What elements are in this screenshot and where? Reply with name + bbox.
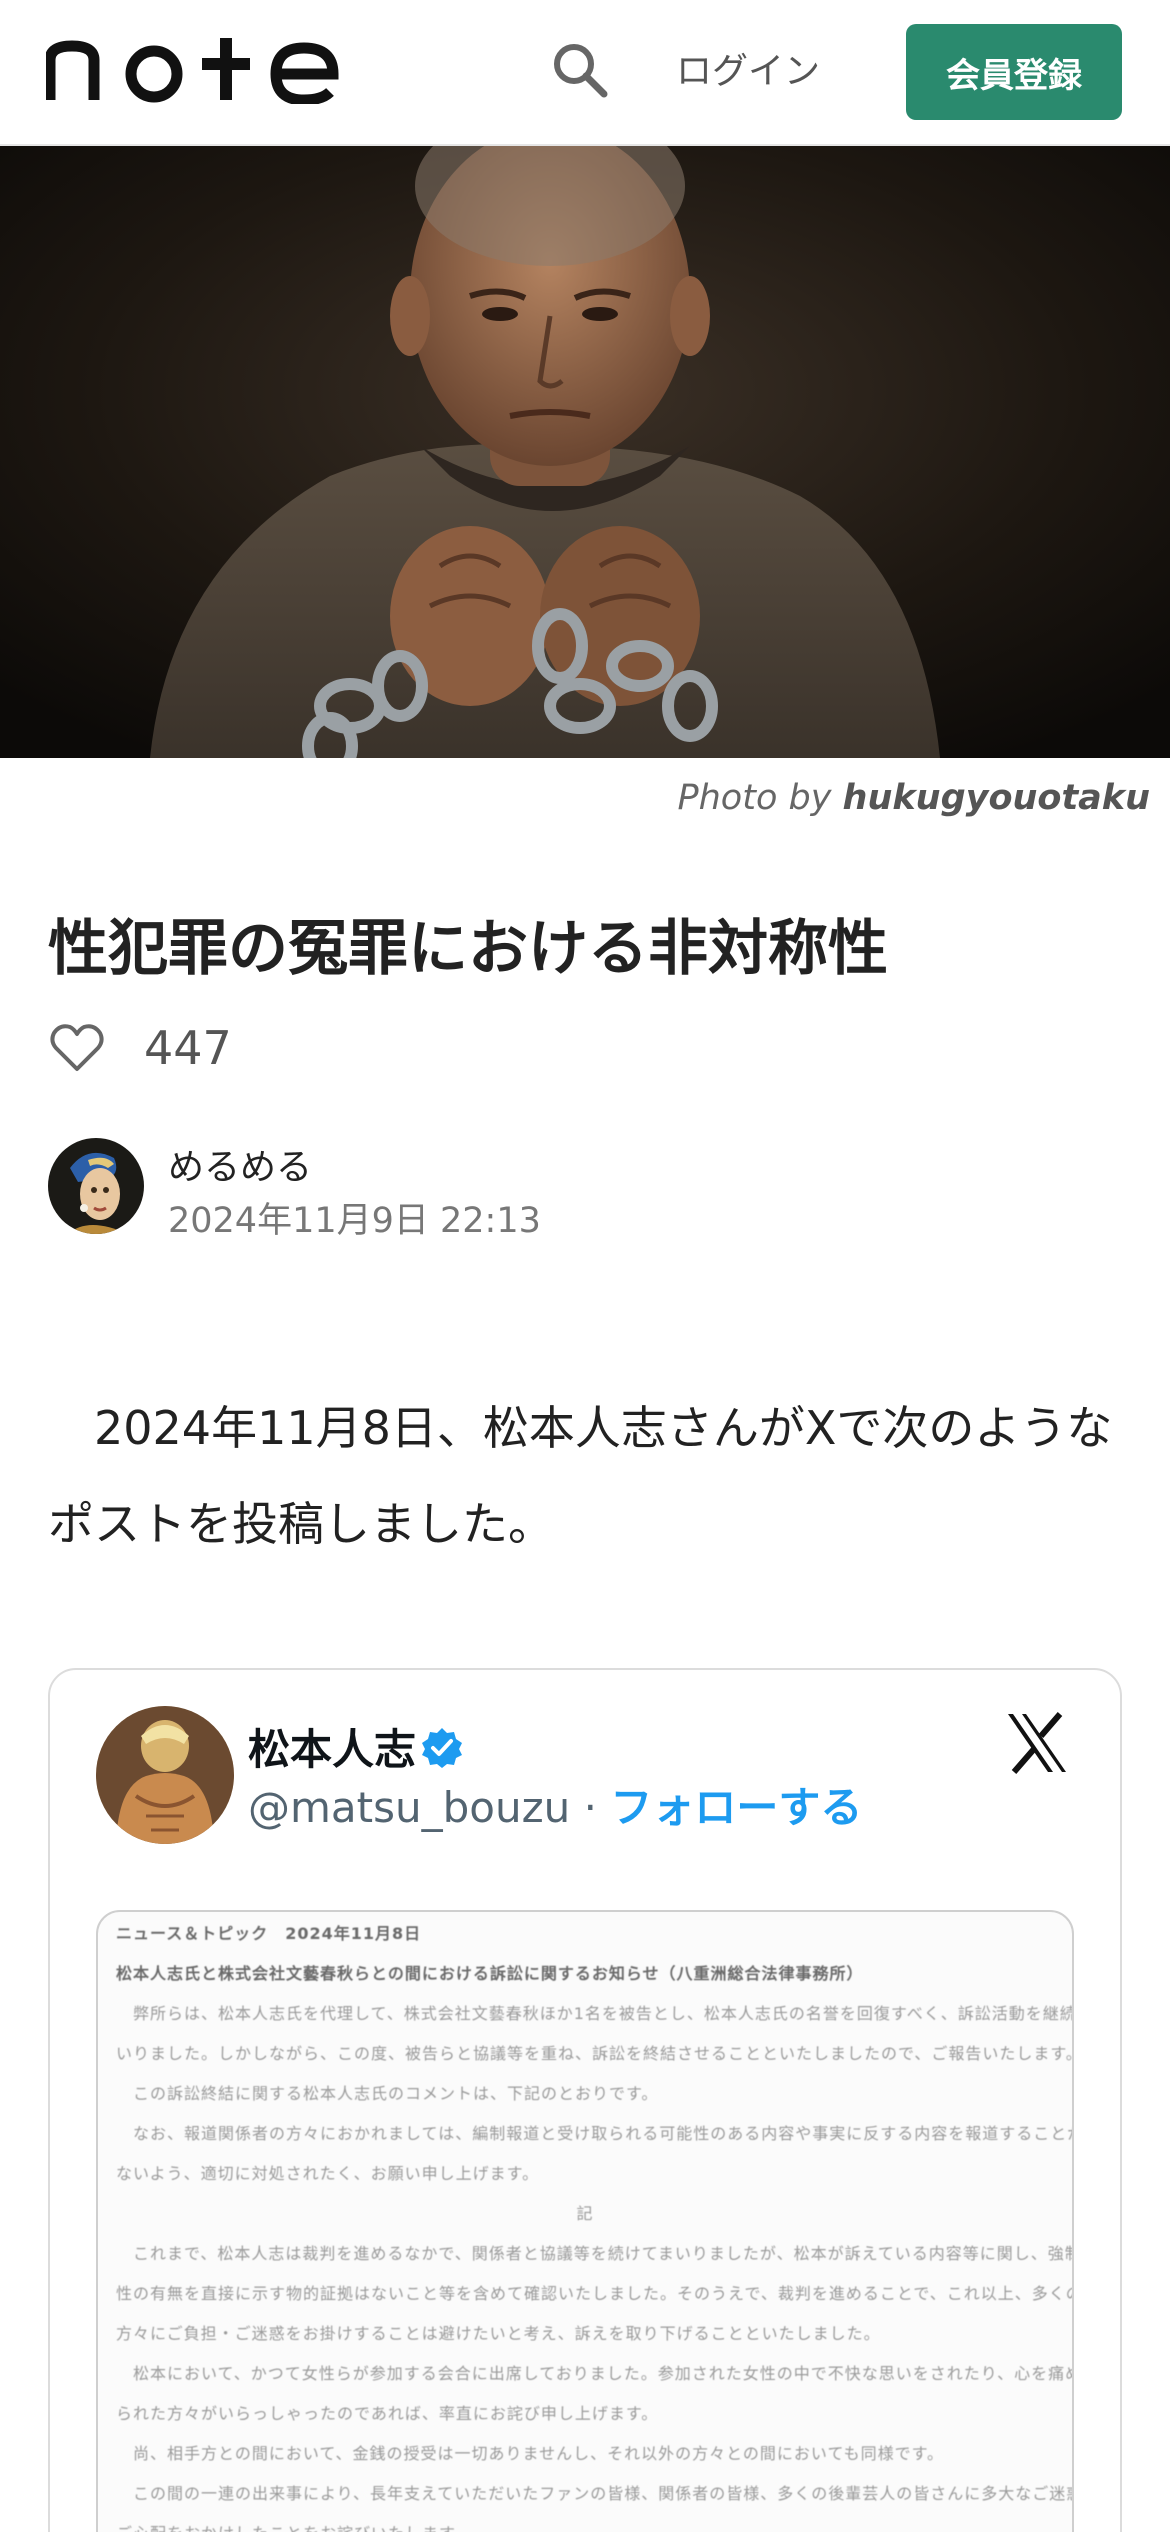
document-line-text: 弊所らは、松本人志氏を代理して、株式会社文藝春秋ほか1名を被告とし、松本人志氏の… (116, 2004, 1074, 2023)
photo-credit-author[interactable]: hukugyouotaku (843, 778, 1150, 818)
post-author-name: 松本人志 (248, 1716, 464, 1777)
document-line-text: 方々にご負担・ご迷惑をお掛けすることは避けたいと考え、訴えを取り下げることといた… (116, 2324, 881, 2343)
x-logo-icon[interactable] (1004, 1710, 1070, 1776)
document-line: なお、報道関係者の方々におかれましては、編制報道と受け取られる可能性のある内容や… (116, 2112, 1072, 2152)
photo-credit: Photo by hukugyouotaku (678, 778, 1150, 818)
verified-badge-icon (422, 1728, 463, 1768)
document-line-text: ニュース＆トピック 2024年11月8日 (116, 1924, 422, 1943)
document-line: 方々にご負担・ご迷惑をお掛けすることは避けたいと考え、訴えを取り下げることといた… (116, 2312, 1054, 2352)
handle-separator: · (570, 1783, 611, 1832)
document-line: ニュース＆トピック 2024年11月8日 (116, 1912, 1054, 1952)
post-avatar[interactable] (96, 1706, 234, 1844)
avatar[interactable] (48, 1138, 144, 1234)
document-line: この訴訟終結に関する松本人志氏のコメントは、下記のとおりです。 (116, 2072, 1054, 2112)
document-line-text: なお、報道関係者の方々におかれましては、編制報道と受け取られる可能性のある内容や… (116, 2124, 1074, 2143)
hero-image (0, 146, 1170, 758)
post-author-handle-row: @matsu_bouzu · フォローする (248, 1774, 862, 1835)
like-area: 447 (48, 1016, 232, 1080)
signup-button[interactable]: 会員登録 (906, 24, 1122, 120)
document-line-text: 松本において、かつて女性らが参加する会合に出席しておりました。参加された女性の中… (116, 2364, 1074, 2383)
photo-credit-prefix: Photo by (677, 778, 843, 818)
document-line: この間の一連の出来事により、長年支えていただいたファンの皆様、関係者の皆様、多く… (116, 2472, 1072, 2512)
document-line-text: ないよう、適切に対処されたく、お願い申し上げます。 (116, 2164, 540, 2183)
post-author-name-text: 松本人志 (248, 1725, 417, 1774)
document-line: 松本人志氏と株式会社文藝春秋らとの間における訴訟に関するお知らせ（八重洲総合法律… (116, 1952, 1054, 1992)
heart-icon[interactable] (48, 1019, 106, 1077)
document-line-text: いりました。しかしながら、この度、被告らと協議等を重ね、訴訟を終結させることとい… (116, 2044, 1074, 2063)
document-line: これまで、松本人志は裁判を進めるなかで、関係者と協議等を続けてまいりましたが、松… (116, 2232, 1072, 2272)
author-name[interactable]: めるめる (168, 1138, 312, 1190)
document-line-text: 記 (576, 2204, 594, 2223)
embedded-x-post[interactable]: 松本人志 @matsu_bouzu · フォローする ニュース＆トピック 202… (48, 1668, 1122, 2532)
document-line-text: ご心配をおかけしたことをお詫びいたします。 (116, 2520, 471, 2532)
document-line: 尚、相手方との間において、金銭の授受は一切ありませんし、それ以外の方々との間にお… (116, 2432, 1054, 2472)
document-line-text: この訴訟終結に関する松本人志氏のコメントは、下記のとおりです。 (116, 2084, 659, 2103)
follow-button[interactable]: フォローする (610, 1783, 862, 1832)
document-line-text: 松本人志氏と株式会社文藝春秋らとの間における訴訟に関するお知らせ（八重洲総合法律… (116, 1964, 864, 1983)
document-line: 弊所らは、松本人志氏を代理して、株式会社文藝春秋ほか1名を被告とし、松本人志氏の… (116, 1992, 1072, 2032)
article-title: 性犯罪の冤罪における非対称性 (48, 914, 888, 984)
document-line: 性の有無を直接に示す物的証拠はないこと等を含めて確認いたしました。そのうえで、裁… (116, 2272, 1072, 2312)
document-line: られた方々がいらっしゃったのであれば、率直にお詫び申し上げます。 (116, 2392, 1054, 2432)
document-line-text: 性の有無を直接に示す物的証拠はないこと等を含めて確認いたしました。そのうえで、裁… (116, 2284, 1074, 2303)
document-line-text: この間の一連の出来事により、長年支えていただいたファンの皆様、関係者の皆様、多く… (116, 2484, 1074, 2503)
login-link[interactable]: ログイン (676, 44, 820, 100)
document-line: ご心配をおかけしたことをお詫びいたします。 (116, 2512, 1054, 2532)
document-line: いりました。しかしながら、この度、被告らと協議等を重ね、訴訟を終結させることとい… (116, 2032, 1072, 2072)
document-line-text: 尚、相手方との間において、金銭の授受は一切ありませんし、それ以外の方々との間にお… (116, 2444, 945, 2463)
post-handle[interactable]: @matsu_bouzu (248, 1783, 570, 1832)
like-count: 447 (144, 1021, 232, 1075)
article-paragraph: 2024年11月8日、松本人志さんがXで次のようなポストを投稿しました。 (48, 1401, 1113, 1551)
search-icon[interactable] (548, 38, 612, 102)
top-navigation-bar: ログイン 会員登録 (0, 0, 1170, 146)
document-line: ないよう、適切に対処されたく、お願い申し上げます。 (116, 2152, 1054, 2192)
document-line-text: られた方々がいらっしゃったのであれば、率直にお詫び申し上げます。 (116, 2404, 659, 2423)
document-line: 松本において、かつて女性らが参加する会合に出席しておりました。参加された女性の中… (116, 2352, 1072, 2392)
document-line-text: これまで、松本人志は裁判を進めるなかで、関係者と協議等を続けてまいりましたが、松… (116, 2244, 1074, 2263)
post-attached-image[interactable]: ニュース＆トピック 2024年11月8日松本人志氏と株式会社文藝春秋らとの間にお… (96, 1910, 1074, 2532)
publish-date: 2024年11月9日 22:13 (168, 1201, 541, 1241)
note-logo[interactable] (46, 38, 342, 104)
document-line: 記 (116, 2192, 1054, 2232)
